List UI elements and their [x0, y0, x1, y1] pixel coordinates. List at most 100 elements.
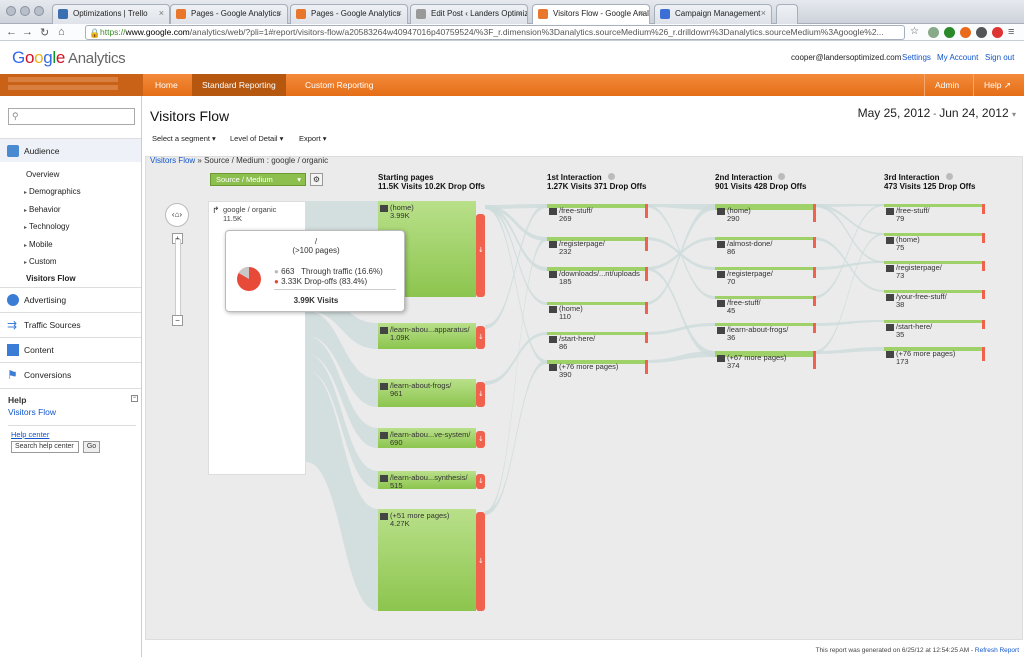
flow-node[interactable]: /learn-abou...apparatus/1.09K: [380, 326, 470, 342]
flow-node[interactable]: (home) 290: [717, 207, 751, 223]
minimize-window-button[interactable]: [20, 6, 30, 16]
sidebar-item-behavior[interactable]: ▸ Behavior: [24, 205, 61, 214]
help-go-button[interactable]: Go: [83, 441, 100, 453]
close-tab-icon[interactable]: ×: [761, 8, 766, 18]
nav-custom-reporting[interactable]: Custom Reporting: [295, 74, 384, 96]
column-header: 2nd Interaction 901 Visits 428 Drop Offs: [715, 173, 806, 191]
flow-node[interactable]: /free-stuff/45: [717, 299, 761, 315]
sidebar-item-visitors-flow[interactable]: Visitors Flow: [24, 274, 76, 283]
sidebar-search-input[interactable]: ⚲: [8, 108, 135, 125]
flow-node[interactable]: /learn-abou...synthesis/515: [380, 474, 468, 490]
flow-node[interactable]: /registerpage/70: [717, 270, 773, 286]
flow-node[interactable]: /start-here/86: [549, 335, 595, 351]
close-tab-icon[interactable]: ×: [159, 8, 164, 18]
nav-help[interactable]: Help ↗: [973, 74, 1021, 96]
sidebar-item-demographics[interactable]: ▸ Demographics: [24, 187, 81, 196]
flow-node[interactable]: /free-stuff/79: [886, 207, 930, 223]
help-search-input[interactable]: Search help center: [11, 441, 79, 453]
flow-node[interactable]: /almost-done/86: [717, 240, 772, 256]
sign-out-link[interactable]: Sign out: [985, 53, 1014, 62]
flow-node[interactable]: (+51 more pages) 4.27K: [380, 512, 449, 528]
dimension-selector[interactable]: Source / Medium ▾: [210, 173, 306, 186]
flow-node[interactable]: /learn-about-frogs/36: [717, 326, 788, 342]
sidebar-item-technology[interactable]: ▸ Technology: [24, 222, 70, 231]
sidebar-section-conversions[interactable]: ⚑ Conversions: [0, 362, 141, 386]
back-icon[interactable]: ←: [6, 26, 17, 38]
breadcrumb-visitors-flow[interactable]: Visitors Flow: [150, 156, 195, 165]
extension-icon[interactable]: [928, 27, 939, 38]
pt-extension-icon[interactable]: [944, 27, 955, 38]
browser-tab[interactable]: Visitors Flow - Google Analy ×: [532, 4, 650, 25]
lastpass-extension-icon[interactable]: [992, 27, 1003, 38]
account-selector[interactable]: [0, 74, 143, 96]
sidebar-item-mobile[interactable]: ▸ Mobile: [24, 240, 53, 249]
close-tab-icon[interactable]: ×: [639, 8, 644, 18]
settings-link[interactable]: Settings: [902, 53, 931, 62]
sidebar-section-advertising[interactable]: Advertising: [0, 287, 141, 311]
flow-node[interactable]: /learn-about-frogs/961: [380, 382, 451, 398]
sidebar-section-traffic-sources[interactable]: ⇉ Traffic Sources: [0, 312, 141, 336]
pan-control[interactable]: ‹⌂›: [165, 203, 189, 227]
zoom-out-button[interactable]: −: [172, 315, 183, 326]
flow-node[interactable]: /learn-abou...ve-system/690: [380, 431, 470, 447]
flow-node[interactable]: /free-stuff/269: [549, 207, 593, 223]
wrench-menu-icon[interactable]: ≡: [1008, 26, 1014, 38]
sidebar-section-content[interactable]: Content: [0, 337, 141, 361]
close-tab-icon[interactable]: ×: [517, 8, 522, 18]
flow-node[interactable]: (home) 3.99K: [380, 204, 414, 220]
page-icon: [380, 382, 388, 390]
help-visitors-flow-link[interactable]: Visitors Flow: [8, 407, 56, 417]
remove-column-icon[interactable]: [945, 173, 953, 180]
bookmark-star-icon[interactable]: ☆: [910, 26, 919, 37]
flow-node[interactable]: (+76 more pages) 173: [886, 350, 955, 366]
gear-icon[interactable]: ⚙: [310, 173, 323, 186]
export-menu[interactable]: Export ▾: [299, 134, 327, 143]
close-window-button[interactable]: [6, 6, 16, 16]
date-range-picker[interactable]: May 25, 2012 - Jun 24, 2012 ▾: [858, 106, 1016, 120]
close-tab-icon[interactable]: ×: [397, 8, 402, 18]
node-value: 75: [896, 243, 905, 252]
nav-standard-reporting[interactable]: Standard Reporting: [192, 74, 286, 96]
browser-tab[interactable]: Edit Post ‹ Landers Optimize ×: [410, 4, 528, 24]
flow-node[interactable]: /registerpage/73: [886, 264, 942, 280]
address-bar[interactable]: 🔒 https://www.google.com/analytics/web/?…: [85, 25, 905, 40]
rss-extension-icon[interactable]: [960, 27, 971, 38]
pocket-extension-icon[interactable]: [976, 27, 987, 38]
new-tab-button[interactable]: [776, 4, 798, 24]
close-tab-icon[interactable]: ×: [277, 8, 282, 18]
sidebar-section-audience[interactable]: Audience: [0, 138, 141, 162]
browser-tab[interactable]: Campaign Management ×: [654, 4, 772, 24]
browser-tab[interactable]: Optimizations | Trello ×: [52, 4, 170, 24]
home-icon[interactable]: ⌂: [58, 26, 65, 38]
reload-icon[interactable]: ↻: [40, 26, 49, 39]
nav-home[interactable]: Home: [145, 74, 188, 96]
flow-node[interactable]: (+67 more pages) 374: [717, 354, 786, 370]
ga-header: Google Analytics cooper@landersoptimized.…: [0, 41, 1024, 74]
forward-icon[interactable]: →: [22, 26, 33, 38]
level-of-detail-menu[interactable]: Level of Detail ▾: [230, 134, 283, 143]
sidebar-item-custom[interactable]: ▸ Custom: [24, 257, 57, 266]
flow-node[interactable]: (+76 more pages) 390: [549, 363, 618, 379]
page-icon: [717, 299, 725, 307]
sidebar-item-overview[interactable]: Overview: [24, 170, 59, 179]
browser-tab[interactable]: Pages - Google Analytics ×: [290, 4, 408, 24]
zoom-slider[interactable]: [175, 239, 181, 319]
google-analytics-logo[interactable]: Google Analytics: [12, 48, 126, 68]
node-value: 86: [727, 247, 736, 256]
select-segment-menu[interactable]: Select a segment ▾: [152, 134, 216, 143]
flow-node[interactable]: (home) 75: [886, 236, 920, 252]
flow-node[interactable]: /your-free-stuff/38: [886, 293, 947, 309]
nav-admin[interactable]: Admin: [924, 74, 969, 96]
flow-node[interactable]: /start-here/35: [886, 323, 932, 339]
remove-column-icon[interactable]: [607, 173, 615, 180]
zoom-window-button[interactable]: [34, 6, 44, 16]
help-center-link[interactable]: Help center: [11, 430, 49, 439]
flow-node[interactable]: /downloads/...nt/uploads 185: [549, 270, 640, 286]
flow-node[interactable]: (home) 110: [549, 305, 583, 321]
flow-node[interactable]: /registerpage/232: [549, 240, 605, 256]
collapse-icon[interactable]: −: [131, 395, 138, 402]
refresh-report-link[interactable]: Refresh Report: [975, 647, 1019, 654]
browser-tab[interactable]: Pages - Google Analytics ×: [170, 4, 288, 24]
my-account-link[interactable]: My Account: [937, 53, 978, 62]
remove-column-icon[interactable]: [778, 173, 786, 180]
